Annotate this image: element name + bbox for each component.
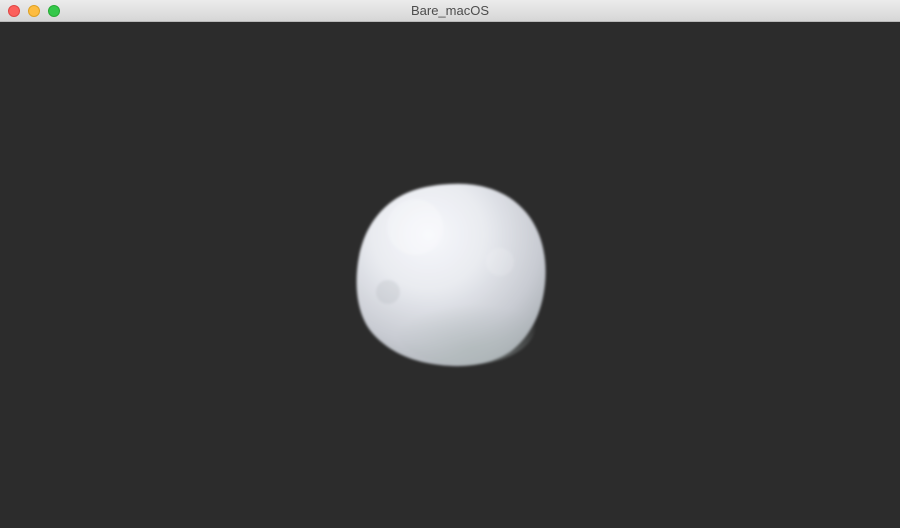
title-bar[interactable]: Bare_macOS bbox=[0, 0, 900, 22]
render-viewport bbox=[0, 22, 900, 528]
app-window: Bare_macOS bbox=[0, 0, 900, 528]
scene-canvas bbox=[356, 183, 546, 367]
snowball-sphere bbox=[356, 183, 546, 367]
window-title: Bare_macOS bbox=[410, 3, 490, 18]
